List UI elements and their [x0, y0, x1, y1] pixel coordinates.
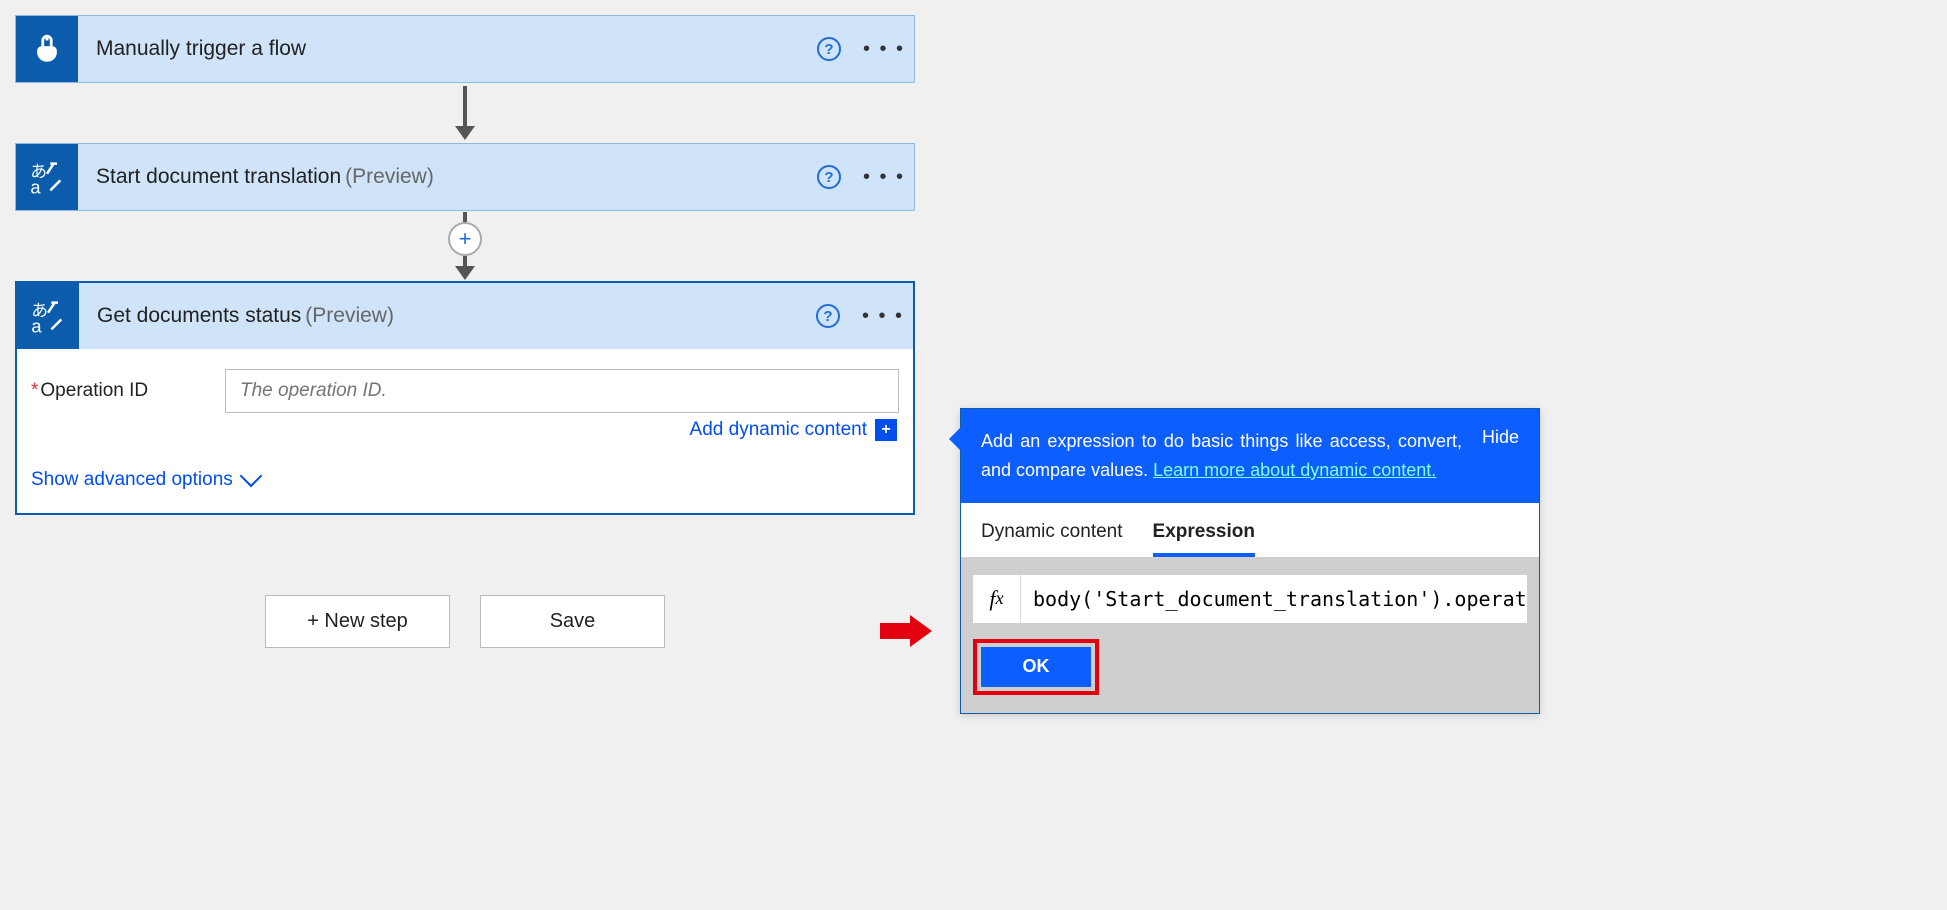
svg-text:a: a [30, 177, 41, 197]
ok-highlight: OK [973, 639, 1099, 695]
help-button[interactable]: ? [803, 283, 853, 349]
step-menu-button[interactable]: • • • [853, 283, 913, 349]
tab-dynamic-content[interactable]: Dynamic content [981, 521, 1123, 557]
get-status-step[interactable]: あ a Get documents status (Preview) ? • •… [15, 281, 915, 349]
popup-description: Add an expression to do basic things lik… [981, 427, 1462, 485]
trigger-step-title: Manually trigger a flow [78, 16, 804, 82]
hide-button[interactable]: Hide [1482, 427, 1519, 485]
help-button[interactable]: ? [804, 144, 854, 210]
help-icon: ? [817, 165, 841, 189]
popup-pointer-icon [949, 427, 961, 451]
ok-button[interactable]: OK [981, 647, 1091, 687]
arrow-callout-icon [880, 615, 935, 645]
start-translation-step[interactable]: あ a Start document translation (Preview)… [15, 143, 915, 211]
popup-header: Add an expression to do basic things lik… [961, 409, 1539, 503]
step-menu-button[interactable]: • • • [854, 16, 914, 82]
fx-icon: fx [973, 575, 1021, 623]
learn-more-link[interactable]: Learn more about dynamic content. [1153, 460, 1436, 480]
trigger-step[interactable]: Manually trigger a flow ? • • • [15, 15, 915, 83]
help-icon: ? [817, 37, 841, 61]
connector [15, 83, 915, 143]
get-status-title: Get documents status (Preview) [79, 283, 803, 349]
popup-body: fx body('Start_document_translation').op… [961, 557, 1539, 713]
expression-input-row: fx body('Start_document_translation').op… [973, 575, 1527, 623]
start-translation-title: Start document translation (Preview) [78, 144, 804, 210]
manual-trigger-icon [16, 16, 78, 82]
tab-expression[interactable]: Expression [1153, 521, 1255, 557]
help-button[interactable]: ? [804, 16, 854, 82]
get-status-body: *Operation ID Add dynamic content + Show… [15, 349, 915, 515]
flow-designer-canvas: Manually trigger a flow ? • • • あ a Star… [15, 15, 915, 648]
operation-id-label: *Operation ID [31, 380, 211, 402]
plus-icon[interactable]: + [875, 419, 897, 441]
new-step-button[interactable]: + New step [265, 595, 450, 648]
bottom-button-row: + New step Save [15, 595, 915, 648]
show-advanced-options[interactable]: Show advanced options [31, 469, 899, 491]
save-button[interactable]: Save [480, 595, 665, 648]
dynamic-content-popup: Add an expression to do basic things lik… [960, 408, 1540, 714]
help-icon: ? [816, 304, 840, 328]
expression-input[interactable]: body('Start_document_translation').opera… [1021, 575, 1527, 623]
operation-id-field-row: *Operation ID [31, 369, 899, 413]
translator-icon: あ a [16, 144, 78, 210]
operation-id-input[interactable] [225, 369, 899, 413]
chevron-down-icon [239, 465, 262, 488]
translator-icon: あ a [17, 283, 79, 349]
svg-text:a: a [31, 316, 42, 336]
step-menu-button[interactable]: • • • [854, 144, 914, 210]
add-step-button[interactable]: + [448, 222, 482, 256]
popup-tabs: Dynamic content Expression [961, 503, 1539, 557]
add-dynamic-content-link[interactable]: Add dynamic content [690, 419, 867, 441]
add-step-connector: + [15, 211, 915, 281]
